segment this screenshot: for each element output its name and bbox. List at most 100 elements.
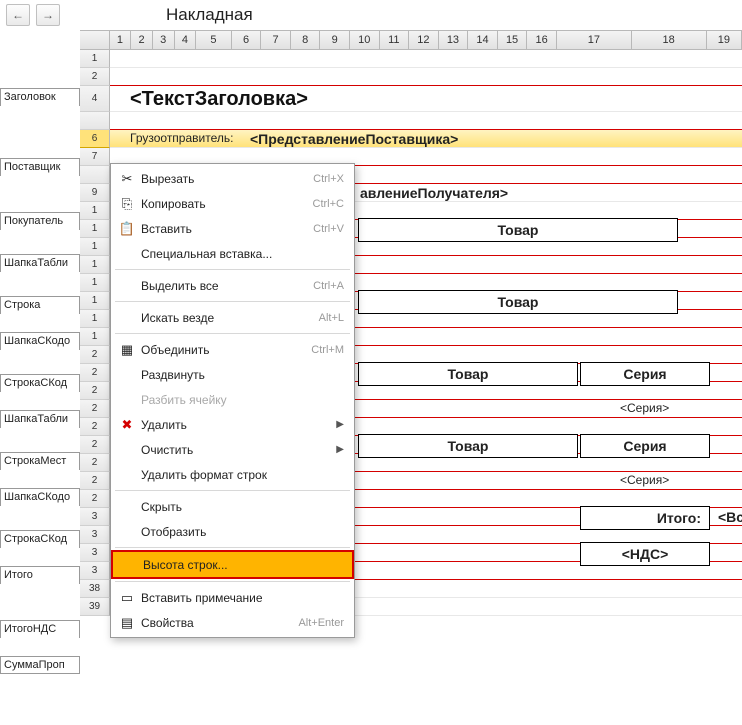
row-header[interactable]: 38 xyxy=(80,580,110,598)
menu-item[interactable]: ✂ВырезатьCtrl+X xyxy=(111,166,354,191)
cell-text: авлениеПолучателя> xyxy=(360,185,508,201)
section-label: ШапкаСКодо xyxy=(0,332,80,350)
submenu-arrow-icon: ▶ xyxy=(336,419,344,430)
menu-item[interactable]: ▦ОбъединитьCtrl+M xyxy=(111,337,354,362)
row-body[interactable]: Грузоотправитель:<ПредставлениеПоставщик… xyxy=(110,130,742,148)
menu-item[interactable]: 📋ВставитьCtrl+V xyxy=(111,216,354,241)
row-header[interactable]: 2 xyxy=(80,382,110,400)
menu-item-label: Свойства xyxy=(137,616,298,630)
col-header[interactable]: 6 xyxy=(232,31,262,49)
menu-item[interactable]: Очистить▶ xyxy=(111,437,354,462)
section-label: Поставщик xyxy=(0,158,80,176)
menu-item[interactable]: ▤СвойстваAlt+Enter xyxy=(111,610,354,635)
col-header[interactable]: 17 xyxy=(557,31,632,49)
row-header[interactable]: 1 xyxy=(80,274,110,292)
menu-separator xyxy=(115,490,350,491)
row-header[interactable]: 3 xyxy=(80,544,110,562)
menu-item[interactable]: Искать вездеAlt+L xyxy=(111,305,354,330)
col-header[interactable]: 9 xyxy=(320,31,350,49)
row-header[interactable]: 1 xyxy=(80,202,110,220)
row-header[interactable]: 1 xyxy=(80,328,110,346)
row-header[interactable]: 1 xyxy=(80,310,110,328)
row-header[interactable]: 7 xyxy=(80,148,110,166)
row-body[interactable] xyxy=(110,50,742,68)
col-header[interactable]: 8 xyxy=(291,31,321,49)
row-body[interactable] xyxy=(110,112,742,130)
menu-item[interactable]: ▭Вставить примечание xyxy=(111,585,354,610)
row-header[interactable]: 4 xyxy=(80,86,110,112)
row-header[interactable]: 1 xyxy=(80,238,110,256)
свойства-icon: ▤ xyxy=(117,615,137,631)
section-label: ШапкаТабли xyxy=(0,410,80,428)
row-header[interactable]: 2 xyxy=(80,364,110,382)
row-header[interactable]: 3 xyxy=(80,562,110,580)
row-header[interactable]: 1 xyxy=(80,50,110,68)
col-header[interactable]: 10 xyxy=(350,31,380,49)
row-header[interactable]: 3 xyxy=(80,508,110,526)
row-body[interactable]: <ТекстЗаголовка> xyxy=(110,86,742,112)
menu-item-label: Разбить ячейку xyxy=(137,393,344,407)
menu-item[interactable]: Высота строк... xyxy=(111,550,354,579)
menu-separator xyxy=(115,581,350,582)
row-header[interactable]: 39 xyxy=(80,598,110,616)
row-header[interactable]: 2 xyxy=(80,454,110,472)
row-header[interactable]: 2 xyxy=(80,418,110,436)
row-header[interactable]: 1 xyxy=(80,220,110,238)
column-ruler[interactable]: 12345678910111213141516171819 xyxy=(80,30,742,50)
section-label: ШапкаТабли xyxy=(0,254,80,272)
вставить-icon: 📋 xyxy=(117,221,137,237)
nav-forward-button[interactable]: → xyxy=(36,4,60,26)
col-header[interactable]: 13 xyxy=(439,31,469,49)
menu-item-shortcut: Alt+L xyxy=(319,312,344,324)
col-header[interactable]: 3 xyxy=(153,31,175,49)
col-header[interactable]: 15 xyxy=(498,31,528,49)
menu-item[interactable]: Специальная вставка... xyxy=(111,241,354,266)
menu-separator xyxy=(115,269,350,270)
menu-item[interactable]: Удалить формат строк xyxy=(111,462,354,487)
col-header[interactable]: 19 xyxy=(707,31,742,49)
col-header[interactable]: 7 xyxy=(261,31,291,49)
col-header[interactable]: 1 xyxy=(110,31,132,49)
col-header[interactable]: 18 xyxy=(632,31,707,49)
row-header[interactable]: 2 xyxy=(80,346,110,364)
nav-back-button[interactable]: ← xyxy=(6,4,30,26)
row-header[interactable]: 1 xyxy=(80,292,110,310)
menu-item-label: Скрыть xyxy=(137,500,344,514)
row-header[interactable]: 3 xyxy=(80,526,110,544)
section-label: ИтогоНДС xyxy=(0,620,80,638)
menu-item-label: Копировать xyxy=(137,197,313,211)
ruler-corner[interactable] xyxy=(80,31,110,49)
col-header[interactable]: 11 xyxy=(380,31,410,49)
col-header[interactable]: 16 xyxy=(527,31,557,49)
cell-text: <ТекстЗаголовка> xyxy=(130,88,308,111)
menu-item[interactable]: Выделить всеCtrl+A xyxy=(111,273,354,298)
menu-item[interactable]: Скрыть xyxy=(111,494,354,519)
row-header[interactable]: 2 xyxy=(80,68,110,86)
row-header[interactable] xyxy=(80,112,110,130)
col-header[interactable]: 5 xyxy=(196,31,231,49)
row-header[interactable]: 6 xyxy=(80,130,110,148)
row-body[interactable] xyxy=(110,68,742,86)
вырезать-icon: ✂ xyxy=(117,171,137,187)
row-header[interactable]: 1 xyxy=(80,256,110,274)
menu-item[interactable]: ✖Удалить▶ xyxy=(111,412,354,437)
col-header[interactable]: 14 xyxy=(468,31,498,49)
menu-item-label: Высота строк... xyxy=(139,558,342,572)
menu-item[interactable]: Раздвинуть xyxy=(111,362,354,387)
menu-item[interactable]: ⎘КопироватьCtrl+C xyxy=(111,191,354,216)
row-header[interactable]: 2 xyxy=(80,472,110,490)
row-header[interactable]: 2 xyxy=(80,490,110,508)
menu-item-label: Вырезать xyxy=(137,172,313,186)
menu-item-shortcut: Ctrl+V xyxy=(313,223,344,235)
context-menu[interactable]: ✂ВырезатьCtrl+X⎘КопироватьCtrl+C📋Вставит… xyxy=(110,163,355,638)
row-header[interactable] xyxy=(80,166,110,184)
row-header[interactable]: 2 xyxy=(80,400,110,418)
menu-item[interactable]: Отобразить xyxy=(111,519,354,544)
col-header[interactable]: 2 xyxy=(131,31,153,49)
col-header[interactable]: 12 xyxy=(409,31,439,49)
row-header[interactable]: 9 xyxy=(80,184,110,202)
объединить-icon: ▦ xyxy=(117,342,137,358)
row-header[interactable]: 2 xyxy=(80,436,110,454)
col-header[interactable]: 4 xyxy=(175,31,197,49)
menu-item-label: Объединить xyxy=(137,343,311,357)
